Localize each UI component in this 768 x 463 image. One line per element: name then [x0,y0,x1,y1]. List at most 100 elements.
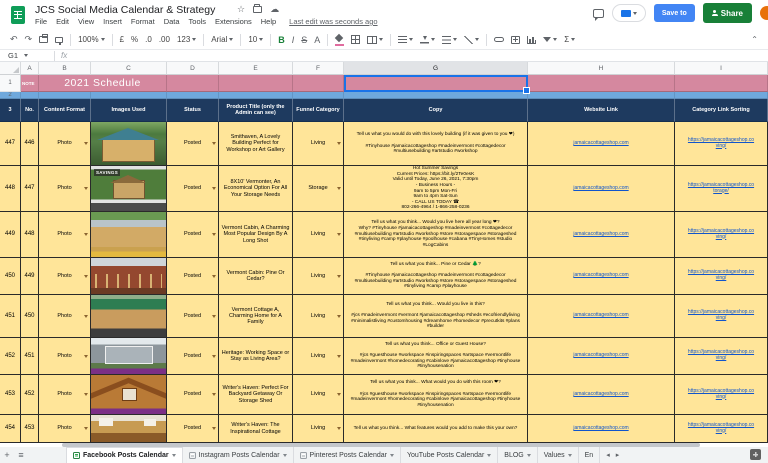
text-rotation-button[interactable] [464,36,479,44]
cell-website-link[interactable]: jamaicacottageshop.com [528,258,675,295]
cell-copy[interactable]: Tell us what you think... Would you live… [344,212,528,258]
cell[interactable] [167,75,219,92]
fill-color-button[interactable] [335,35,344,44]
dropdown-arrow-icon[interactable] [337,187,341,190]
column-header-b[interactable]: B [39,62,91,75]
cell-product-title[interactable]: Heritage: Working Space or Stay as Livin… [219,338,293,375]
print-button[interactable] [39,36,48,43]
dropdown-arrow-icon[interactable] [212,427,216,430]
italic-button[interactable]: I [292,35,295,45]
present-button[interactable] [612,4,646,22]
column-header-c[interactable]: C [91,62,167,75]
column-header-i[interactable]: I [675,62,768,75]
cell-content-format[interactable]: Photo [39,122,91,166]
cell-status[interactable]: Posted [167,122,219,166]
schedule-title-cell[interactable]: 2021 Schedule [39,75,167,92]
tab-pinterest-posts-calendar[interactable]: Pinterest Posts Calendar [294,447,401,463]
cell-funnel-category[interactable]: Living [293,258,344,295]
vertical-align-button[interactable] [420,36,435,44]
cell-category-link[interactable]: https://jamaicacottageshop.co ving/ [675,258,768,295]
website-link[interactable]: jamaicacottageshop.com [573,426,628,432]
category-link[interactable]: https://jamaicacottageshop.co ving/ [688,138,754,150]
dropdown-arrow-icon[interactable] [84,355,88,358]
cell-website-link[interactable]: jamaicacottageshop.com [528,122,675,166]
dropdown-arrow-icon[interactable] [337,233,341,236]
cell-image[interactable] [91,295,167,338]
cell-website-link[interactable]: jamaicacottageshop.com [528,295,675,338]
cell[interactable] [293,92,344,99]
row-header-3[interactable]: 3 [0,99,21,122]
cell[interactable] [675,75,768,92]
row-header[interactable]: 452 [0,338,21,375]
cell[interactable] [528,75,675,92]
tab-en-truncated[interactable]: En [579,447,601,463]
format-percent-button[interactable]: % [131,35,138,44]
row-header[interactable]: 454 [0,415,21,443]
cell-product-title[interactable]: 8X10' Vermonter, An Economical Option Fo… [219,166,293,212]
category-link[interactable]: https://jamaicacottageshop.co ving/ [688,389,754,401]
cell-no[interactable]: 449 [21,258,39,295]
cell-status[interactable]: Posted [167,295,219,338]
cell-no[interactable]: 453 [21,415,39,443]
row-header[interactable]: 450 [0,258,21,295]
dropdown-arrow-icon[interactable] [84,233,88,236]
cell[interactable] [91,92,167,99]
cell-website-link[interactable]: jamaicacottageshop.com [528,338,675,375]
dropdown-arrow-icon[interactable] [212,233,216,236]
website-link[interactable]: jamaicacottageshop.com [573,273,628,279]
cell-category-link[interactable]: https://jamaicacottageshop.co ving/ [675,122,768,166]
header-status[interactable]: Status [167,99,219,122]
share-button[interactable]: Share [703,3,752,23]
column-header-f[interactable]: F [293,62,344,75]
cell-product-title[interactable]: Vermont Cabin: Pine Or Cedar? [219,258,293,295]
tab-scroll-right-button[interactable]: ▸ [616,451,620,459]
chevron-down-icon[interactable] [390,454,394,457]
dropdown-arrow-icon[interactable] [337,355,341,358]
chevron-down-icon[interactable] [172,454,176,457]
menu-tools[interactable]: Tools [189,17,207,26]
insert-link-button[interactable] [494,37,504,42]
cell[interactable] [675,92,768,99]
cell-product-title[interactable]: Smithaven, A Lovely Building Perfect for… [219,122,293,166]
cell[interactable] [39,92,91,99]
zoom-select[interactable]: 100% [78,35,104,44]
cell-product-title[interactable]: Writer's Haven: Perfect For Backyard Get… [219,375,293,415]
category-link[interactable]: https://jamaicacottageshop.co ving/ [688,310,754,322]
functions-button[interactable]: Σ [564,35,575,44]
cell-image[interactable] [91,258,167,295]
header-content-format[interactable]: Content Format [39,99,91,122]
cell-content-format[interactable]: Photo [39,212,91,258]
cell-category-link[interactable]: https://jamaicacottageshop.co ving/ [675,295,768,338]
menu-view[interactable]: View [78,17,94,26]
cell[interactable] [219,92,293,99]
chevron-down-icon[interactable] [527,454,531,457]
dropdown-arrow-icon[interactable] [212,355,216,358]
category-link[interactable]: https://jamaicacottageshop.co torage/ [688,183,754,195]
dropdown-arrow-icon[interactable] [337,427,341,430]
dropdown-arrow-icon[interactable] [337,275,341,278]
cell[interactable] [528,92,675,99]
cell-no[interactable]: 450 [21,295,39,338]
insert-chart-button[interactable] [527,36,536,44]
website-link[interactable]: jamaicacottageshop.com [573,353,628,359]
add-sheet-button[interactable]: + [0,450,14,460]
cell[interactable] [167,92,219,99]
explore-button[interactable] [750,449,761,460]
menu-format[interactable]: Format [131,17,155,26]
column-header-h[interactable]: H [528,62,675,75]
decrease-decimal-button[interactable]: .0 [145,35,152,44]
cell-status[interactable]: Posted [167,166,219,212]
star-icon[interactable]: ☆ [237,4,245,15]
website-link[interactable]: jamaicacottageshop.com [573,141,628,147]
website-link[interactable]: jamaicacottageshop.com [573,186,628,192]
cell-copy[interactable]: Tell us what you think... Office or Gues… [344,338,528,375]
cell-image[interactable] [91,122,167,166]
menu-edit[interactable]: Edit [56,17,69,26]
tab-facebook-posts-calendar[interactable]: Facebook Posts Calendar [66,447,183,463]
cell-status[interactable]: Posted [167,258,219,295]
row-header-1[interactable]: 1 [0,75,21,92]
increase-decimal-button[interactable]: .00 [159,35,170,44]
tab-youtube-posts-calendar[interactable]: YouTube Posts Calendar [401,447,498,463]
cell-website-link[interactable]: jamaicacottageshop.com [528,415,675,443]
document-title[interactable]: JCS Social Media Calendar & Strategy [35,4,215,16]
